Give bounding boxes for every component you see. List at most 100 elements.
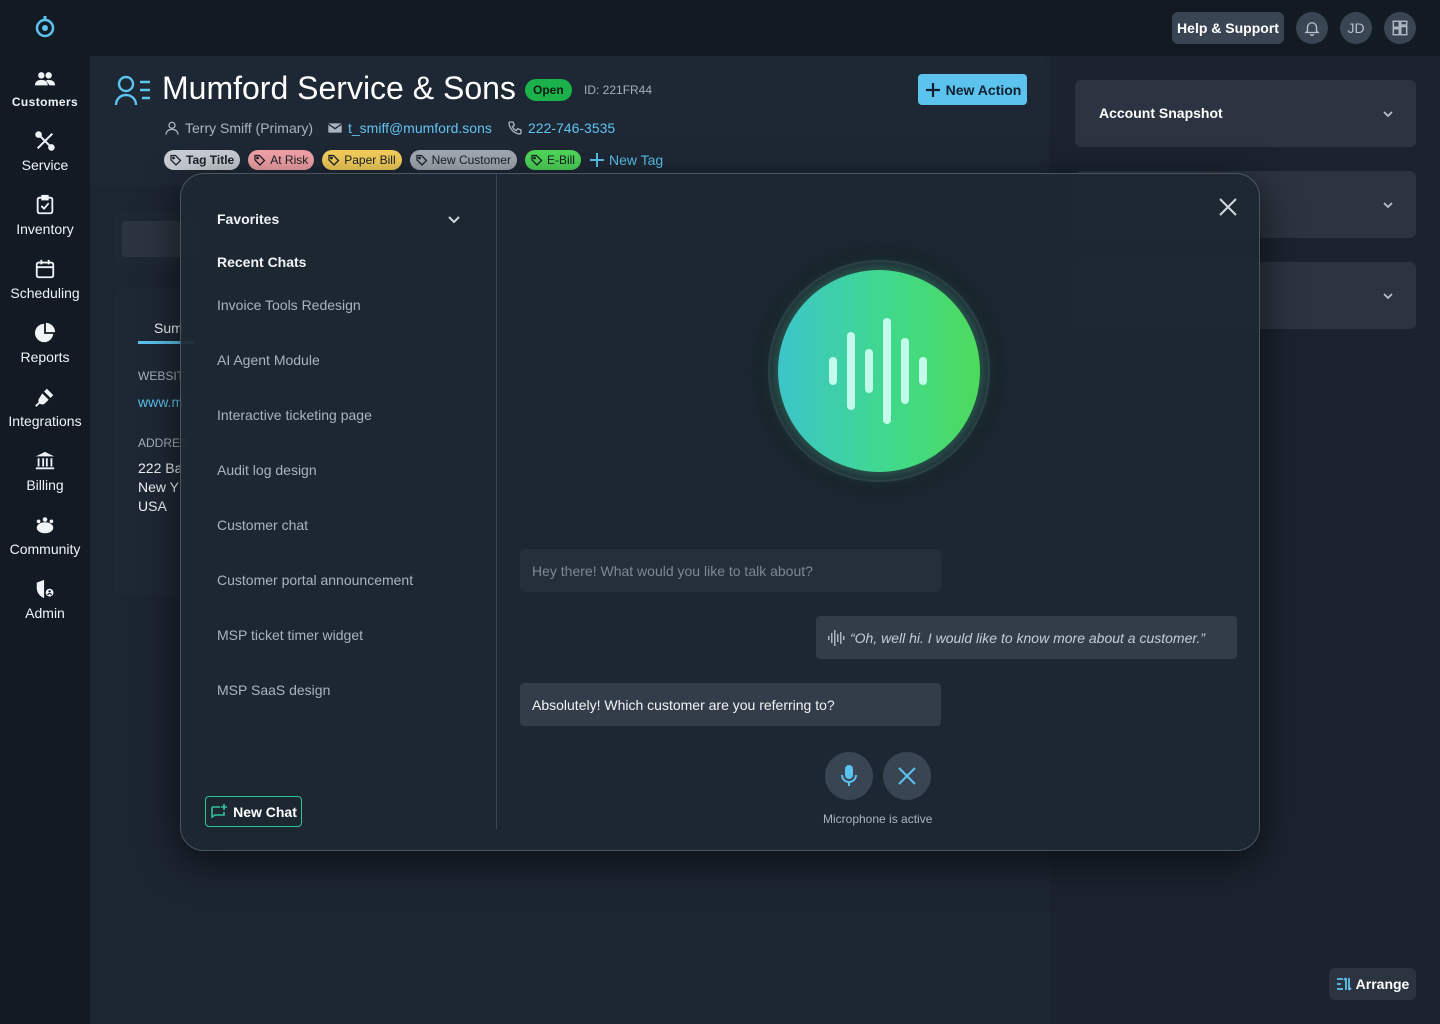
assistant-message: Absolutely! Which customer are you refer… [520,683,941,726]
sidebar-item-label: Inventory [16,221,74,237]
sidebar-item-customers[interactable]: Customers [0,68,90,128]
tag-icon [328,154,340,166]
email-link[interactable]: t_smiff@mumford.sons [348,120,492,136]
chevron-down-icon[interactable] [447,212,461,226]
top-bar: Help & Support JD [0,0,1440,56]
sidebar-item-billing[interactable]: Billing [0,450,90,510]
contact-name: Terry Smiff (Primary) [185,120,314,136]
recent-chats-heading: Recent Chats [217,254,307,270]
dashboard-grid-icon [1392,20,1408,36]
user-avatar[interactable]: JD [1340,12,1372,44]
microphone-button[interactable] [825,752,873,800]
chevron-down-icon[interactable] [1382,108,1394,120]
sidebar-item-service[interactable]: Service [0,130,90,190]
help-support-button[interactable]: Help & Support [1172,12,1284,44]
voice-orb [778,270,980,472]
tag-icon [170,154,182,166]
plus-icon [589,153,604,167]
tag-list: Tag Title At Risk Paper Bill New Custome… [164,150,663,170]
sidebar-item-reports[interactable]: Reports [0,322,90,382]
app-logo-icon[interactable] [33,15,57,39]
sidebar-item-label: Admin [25,605,65,621]
new-tag-label: New Tag [608,152,664,168]
microphone-status: Microphone is active [823,812,933,826]
inventory-icon [36,194,54,215]
new-action-label: New Action [945,81,1022,98]
sidebar-item-label: Customers [11,95,79,109]
phone-link[interactable]: 222-746-3535 [528,120,615,136]
tag-icon [531,154,543,166]
sidebar-item-label: Community [9,541,81,557]
contact-email[interactable]: t_smiff@mumford.sons [327,120,492,136]
favorites-heading[interactable]: Favorites [217,211,279,227]
customers-icon [34,72,56,86]
address-line-2: New Y [138,479,179,495]
new-action-button[interactable]: New Action [918,74,1027,105]
sidebar-item-inventory[interactable]: Inventory [0,194,90,254]
notifications-button[interactable] [1296,12,1328,44]
arrange-button[interactable]: Arrange [1329,968,1416,1000]
voice-wave-icon [828,629,845,646]
status-badge: Open [525,79,572,101]
ai-voice-chat-modal: Favorites Recent Chats Invoice Tools Red… [180,173,1260,851]
tag-icon [415,154,427,166]
admin-icon [36,579,55,599]
plug-icon [35,388,54,407]
plus-icon [925,82,940,97]
user-voice-message: “Oh, well hi. I would like to know more … [816,616,1237,659]
tag-chip[interactable]: New Customer [409,150,517,170]
sidebar-item-label: Billing [26,477,64,493]
community-icon [36,517,54,534]
recent-chat-item[interactable]: Customer portal announcement [217,572,413,588]
sidebar-item-admin[interactable]: Admin [0,578,90,638]
tag-label: At Risk [270,153,309,167]
recent-chat-item[interactable]: MSP SaaS design [217,682,330,698]
customer-name: Mumford Service & Sons [162,70,516,106]
tag-chip[interactable]: E-Bill [524,150,581,170]
recent-chat-item[interactable]: MSP ticket timer widget [217,627,363,643]
sidebar-item-label: Service [21,157,69,173]
sidebar-item-scheduling[interactable]: Scheduling [0,258,90,318]
account-snapshot-title: Account Snapshot [1099,105,1223,121]
recent-chat-item[interactable]: Customer chat [217,517,308,533]
sound-wave-icon [829,318,927,424]
sidebar-item-integrations[interactable]: Integrations [0,386,90,446]
tag-chip[interactable]: Tag Title [164,150,241,170]
website-label: WEBSIT [138,369,185,383]
tag-label: New Customer [431,153,511,167]
sidebar-nav: Customers Service Inventory Scheduling R… [0,56,90,1024]
sidebar-item-label: Scheduling [10,285,80,301]
new-chat-label: New Chat [233,803,297,820]
chevron-down-icon[interactable] [1382,290,1394,302]
sidebar-item-community[interactable]: Community [0,514,90,574]
tag-chip[interactable]: Paper Bill [322,150,402,170]
apps-button[interactable] [1384,12,1416,44]
customer-profile-icon [114,75,150,106]
arrange-label: Arrange [1355,976,1410,992]
primary-contact: Terry Smiff (Primary) [164,120,313,136]
sliders-icon [1336,977,1352,991]
tag-label: E-Bill [546,153,575,167]
recent-chat-item[interactable]: Invoice Tools Redesign [217,297,361,313]
new-tag-button[interactable]: New Tag [589,152,663,168]
address-line-3: USA [138,498,167,514]
chevron-down-icon[interactable] [1382,199,1394,211]
tab-summary[interactable]: Sum [154,320,183,336]
tag-chip[interactable]: At Risk [248,150,315,170]
service-icon [35,131,55,151]
new-chat-button[interactable]: New Chat [205,796,302,827]
recent-chat-item[interactable]: Audit log design [217,462,317,478]
close-icon[interactable] [1217,196,1239,218]
recent-chat-item[interactable]: AI Agent Module [217,352,320,368]
contact-phone[interactable]: 222-746-3535 [507,120,615,136]
user-voice-text: “Oh, well hi. I would like to know more … [850,629,1206,646]
recent-chat-item[interactable]: Interactive ticketing page [217,407,372,423]
account-snapshot-panel[interactable]: Account Snapshot [1075,80,1416,147]
end-voice-button[interactable] [883,752,931,800]
chat-history-pane: Favorites Recent Chats Invoice Tools Red… [181,174,497,829]
assistant-message: Hey there! What would you like to talk a… [520,549,941,592]
tag-label: Tag Title [186,153,235,167]
phone-icon [508,121,522,135]
tag-icon [254,154,266,166]
website-link[interactable]: www.m [138,394,183,410]
